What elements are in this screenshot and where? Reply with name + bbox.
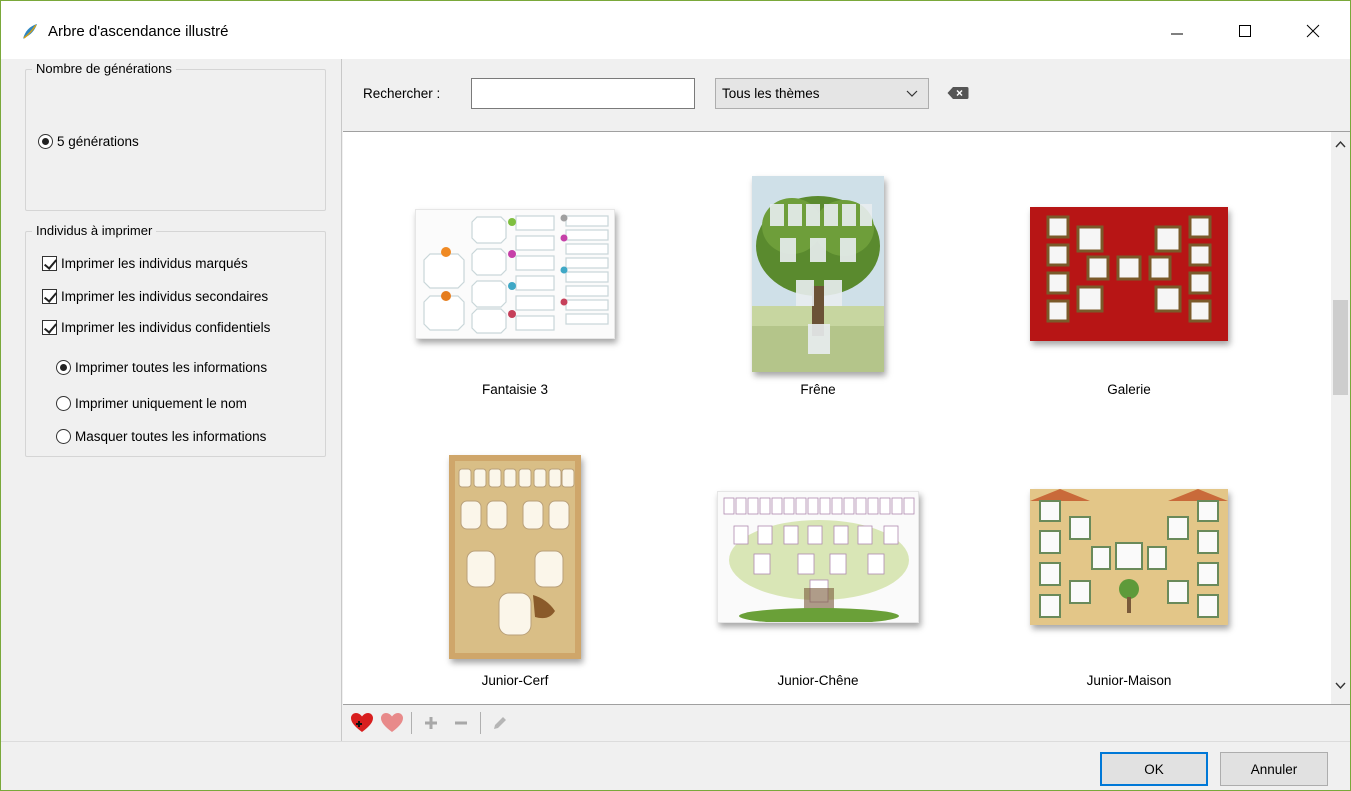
gallery-item-label: Frêne (800, 382, 836, 397)
gallery-item-label: Junior-Cerf (481, 673, 549, 688)
toolbar-separator (411, 712, 412, 734)
search-bar: Rechercher : Tous les thèmes (343, 59, 1350, 131)
radio-uniquement-nom[interactable]: Imprimer uniquement le nom (56, 396, 247, 411)
title-bar: Arbre d'ascendance illustré (1, 1, 1350, 59)
gallery-item-label: Fantaisie 3 (481, 382, 549, 397)
theme-dropdown[interactable]: Tous les thèmes (715, 78, 929, 109)
radio-label: Imprimer uniquement le nom (75, 396, 247, 411)
add-favorite-button[interactable] (347, 709, 377, 737)
heart-icon (381, 713, 403, 732)
window-title: Arbre d'ascendance illustré (48, 23, 229, 40)
gallery-item-junior-chene[interactable]: Junior-Chêne (688, 437, 948, 704)
remove-favorite-button[interactable] (377, 709, 407, 737)
plus-icon (425, 717, 437, 729)
junior-cerf-image (449, 455, 581, 659)
gallery-item-junior-maison[interactable]: Junior-Maison (999, 437, 1259, 704)
checkbox-indicator[interactable] (42, 256, 57, 271)
individus-group-title: Individus à imprimer (32, 223, 157, 238)
feather-icon (23, 24, 37, 39)
add-button[interactable] (416, 709, 446, 737)
cancel-button[interactable]: Annuler (1220, 752, 1328, 786)
chevron-down-icon (906, 90, 918, 97)
junior-maison-thumbnail (1030, 489, 1228, 625)
checkbox-individus-confidentiels[interactable]: Imprimer les individus confidentiels (42, 320, 270, 335)
search-input[interactable] (471, 78, 695, 109)
frene-image (752, 176, 884, 372)
junior-chene-thumbnail (717, 491, 919, 623)
theme-gallery: Fantaisie 3 Frêne Galerie Junior-Cerf Ju… (343, 131, 1350, 705)
gallery-item-label: Junior-Chêne (777, 673, 859, 688)
ok-button[interactable]: OK (1100, 752, 1208, 786)
gallery-toolbar (343, 705, 1350, 741)
edit-button[interactable] (485, 709, 515, 737)
minimize-icon (1171, 33, 1183, 35)
scrollbar-thumb[interactable] (1333, 300, 1348, 395)
fantaisie-3-image (423, 214, 609, 334)
gallery-item-frene[interactable]: Frêne (688, 154, 948, 434)
gallery-item-fantaisie-3[interactable]: Fantaisie 3 (385, 154, 645, 434)
radio-toutes-informations[interactable]: Imprimer toutes les informations (56, 360, 267, 375)
checkbox-label: Imprimer les individus secondaires (61, 289, 269, 304)
galerie-thumbnail (1030, 207, 1228, 341)
pencil-icon (494, 717, 506, 729)
radio-masquer-informations[interactable]: Masquer toutes les informations (56, 429, 266, 444)
checkbox-individus-marques[interactable]: Imprimer les individus marqués (42, 256, 248, 271)
checkbox-label: Imprimer les individus marqués (61, 256, 248, 271)
minimize-button[interactable] (1154, 11, 1200, 51)
chevron-up-icon[interactable] (1335, 140, 1346, 148)
toolbar-separator (480, 712, 481, 734)
gallery-item-galerie[interactable]: Galerie (999, 154, 1259, 434)
options-panel: Nombre de générations 5 générations Indi… (1, 59, 342, 741)
generations-group: Nombre de générations 5 générations (25, 61, 326, 211)
gallery-item-label: Galerie (1107, 382, 1151, 397)
fantaisie-3-thumbnail (415, 209, 615, 339)
junior-chene-image (723, 497, 915, 622)
junior-cerf-thumbnail (449, 455, 581, 659)
close-icon (1306, 24, 1320, 38)
close-button[interactable] (1290, 11, 1336, 51)
radio-label: Imprimer toutes les informations (75, 360, 268, 375)
remove-button[interactable] (446, 709, 476, 737)
search-label: Rechercher : (363, 86, 441, 101)
dialog-window: Arbre d'ascendance illustré Nombre de gé… (0, 0, 1351, 791)
frene-thumbnail (752, 176, 884, 372)
dialog-footer: OK Annuler (1, 741, 1350, 790)
gallery-scrollbar[interactable] (1331, 132, 1350, 704)
theme-dropdown-value: Tous les thèmes (722, 86, 820, 101)
checkbox-individus-secondaires[interactable]: Imprimer les individus secondaires (42, 289, 268, 304)
gallery-item-label: Junior-Maison (1086, 673, 1172, 688)
minus-icon (455, 721, 467, 725)
individus-group: Individus à imprimer Imprimer les indivi… (25, 223, 326, 457)
checkbox-indicator[interactable] (42, 289, 57, 304)
radio-5-generations[interactable]: 5 générations (38, 134, 139, 149)
checkbox-indicator[interactable] (42, 320, 57, 335)
radio-indicator[interactable] (56, 360, 71, 375)
radio-indicator[interactable] (56, 396, 71, 411)
gallery-item-junior-cerf[interactable]: Junior-Cerf (385, 437, 645, 704)
radio-label: Masquer toutes les informations (75, 429, 267, 444)
radio-indicator[interactable] (56, 429, 71, 444)
junior-maison-image (1030, 489, 1228, 625)
maximize-icon (1239, 25, 1251, 37)
galerie-image (1046, 215, 1212, 323)
maximize-button[interactable] (1222, 11, 1268, 51)
checkbox-label: Imprimer les individus confidentiels (61, 320, 271, 335)
radio-indicator[interactable] (38, 134, 53, 149)
generations-group-title: Nombre de générations (32, 61, 176, 76)
clear-search-icon[interactable] (947, 86, 969, 100)
chevron-down-icon[interactable] (1335, 682, 1346, 690)
radio-label: 5 générations (57, 134, 139, 149)
heart-plus-icon (351, 713, 373, 732)
